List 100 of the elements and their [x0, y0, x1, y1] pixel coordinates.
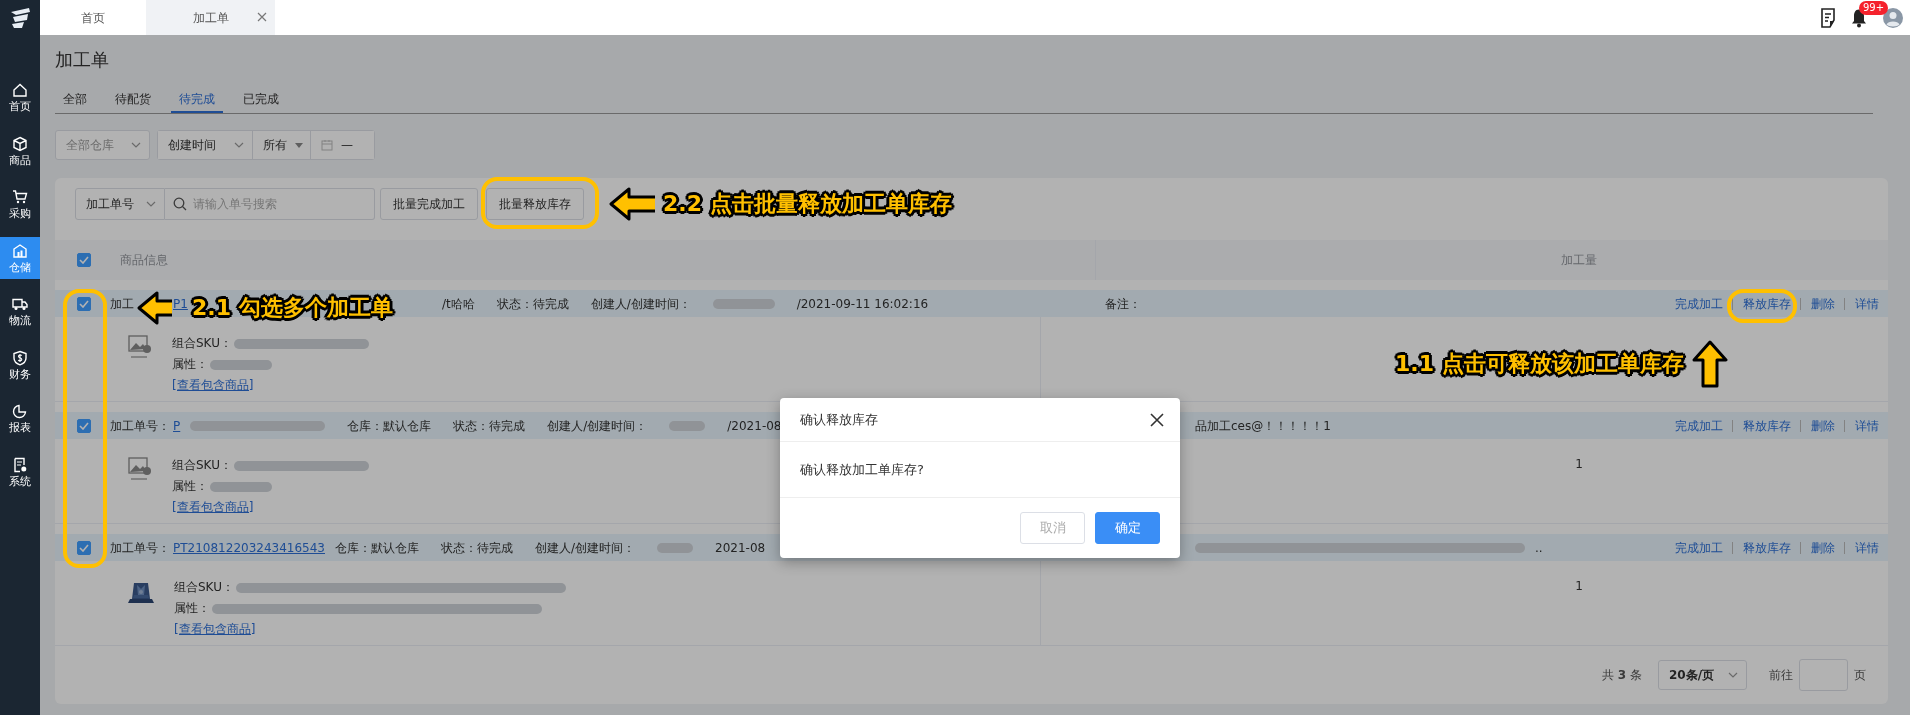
view-items-link[interactable]: [查看包含商品] — [174, 621, 256, 638]
arrow-up-icon — [1691, 340, 1728, 388]
batch-button[interactable]: 批量完成加工 — [380, 188, 478, 220]
field-text: /2021-08 — [727, 417, 782, 435]
field-label: 组合SKU： — [172, 458, 232, 472]
arrow-left-icon — [137, 291, 172, 325]
status-tab[interactable]: 待完成 — [171, 87, 223, 113]
page-tab[interactable]: 加工单 — [146, 0, 275, 35]
notes-icon[interactable] — [1820, 7, 1836, 28]
field-label: 属性： — [172, 357, 208, 371]
image-placeholder-icon — [128, 457, 152, 483]
field-label: 加工单号： — [110, 418, 170, 433]
page-title: 加工单 — [55, 48, 110, 72]
dialog-message: 确认释放加工单库存? — [800, 460, 924, 479]
action-link[interactable]: 完成加工 — [1675, 294, 1723, 313]
sidebar-item[interactable]: 首页 — [0, 76, 40, 118]
page-number-field[interactable] — [1799, 659, 1848, 691]
blurred-text — [210, 359, 272, 370]
blurred-text — [669, 420, 706, 431]
callout-text: 2.1 勾选多个加工单 — [192, 294, 393, 322]
check-icon — [79, 299, 89, 308]
sidebar-item[interactable]: 商品 — [0, 129, 40, 172]
close-icon — [1150, 412, 1164, 427]
batch-button[interactable]: 批量释放库存 — [486, 188, 584, 220]
field-text: 创建人/创建时间： — [590, 295, 691, 313]
sidebar-item[interactable]: 财务 — [0, 343, 40, 386]
confirm-button[interactable]: 确定 — [1095, 512, 1160, 544]
field-label: 属性： — [174, 601, 210, 615]
status-tab[interactable]: 全部 — [55, 87, 95, 113]
status-tab[interactable]: 已完成 — [235, 87, 287, 113]
chevron-down-icon — [1728, 672, 1738, 678]
sidebar-item[interactable]: 系统 — [0, 450, 40, 493]
action-link[interactable]: 释放库存 — [1743, 416, 1791, 435]
chevron-down-icon — [131, 142, 141, 148]
search-type-select[interactable]: 加工单号 — [75, 188, 165, 220]
chevron-down-icon — [146, 201, 156, 207]
field-text: 备注： — [1105, 295, 1141, 313]
action-link[interactable]: 完成加工 — [1675, 538, 1723, 557]
action-link[interactable]: 详情 — [1855, 294, 1879, 313]
pie-chart-icon — [12, 403, 28, 419]
field-label: 组合SKU： — [174, 580, 234, 594]
action-link[interactable]: 删除 — [1811, 416, 1835, 435]
field-text: 仓库：默认仓库 — [347, 417, 432, 435]
action-link[interactable]: 释放库存 — [1743, 294, 1791, 313]
truck-icon — [12, 296, 28, 312]
field-label: 组合SKU： — [172, 336, 232, 350]
blurred-text — [657, 542, 694, 553]
total-count: 共 3 条 — [1602, 667, 1642, 684]
field-text: /2021-09-11 16:02:16 — [796, 295, 929, 313]
checkbox[interactable] — [77, 253, 91, 267]
check-icon — [79, 421, 89, 430]
avatar-icon[interactable] — [1882, 6, 1904, 29]
checkbox[interactable] — [77, 540, 91, 555]
close-icon[interactable] — [257, 12, 267, 22]
status-tab[interactable]: 待配货 — [107, 87, 159, 113]
sidebar-item[interactable]: 采购 — [0, 183, 40, 225]
action-link[interactable]: 详情 — [1855, 416, 1879, 435]
box-icon — [12, 135, 28, 152]
field-text: 2021-08 — [715, 539, 766, 557]
shield-icon — [12, 349, 28, 366]
checkbox[interactable] — [77, 418, 91, 433]
checkbox[interactable] — [77, 296, 91, 311]
image-placeholder-icon — [128, 335, 152, 361]
view-items-link[interactable]: [查看包含商品] — [172, 377, 254, 394]
quantity-text: 1 — [1575, 579, 1583, 593]
action-link[interactable]: 完成加工 — [1675, 416, 1723, 435]
sidebar-item[interactable]: 物流 — [0, 290, 40, 332]
home-icon — [12, 82, 28, 98]
field-text: 创建人/创建时间： — [547, 417, 648, 435]
warehouse-select[interactable]: 全部仓库 — [55, 130, 150, 160]
check-icon — [79, 543, 89, 552]
column-header: 加工量 — [1561, 253, 1597, 267]
action-link[interactable]: 删除 — [1811, 538, 1835, 557]
cancel-button[interactable]: 取消 — [1020, 512, 1085, 544]
field-text: 状态：待完成 — [496, 295, 569, 313]
order-number-link[interactable]: P1 — [173, 294, 188, 313]
quantity-text: 1 — [1575, 457, 1583, 471]
field-label: 加工单号： — [110, 540, 170, 555]
close-button[interactable] — [1148, 410, 1166, 429]
check-icon — [79, 256, 89, 264]
order-number-link[interactable]: PT210812203243416543 — [173, 538, 325, 557]
sidebar-item[interactable]: 报表 — [0, 397, 40, 439]
warehouse-icon — [12, 242, 28, 259]
action-link[interactable]: 释放库存 — [1743, 538, 1791, 557]
field-text: 创建人/创建时间： — [535, 539, 636, 557]
column-header: 商品信息 — [120, 252, 168, 269]
view-items-link[interactable]: [查看包含商品] — [172, 499, 254, 516]
goto-label: 前往 — [1769, 667, 1793, 684]
page-size-select[interactable]: 20条/页 — [1658, 660, 1747, 690]
page-label: 页 — [1854, 667, 1866, 684]
field-text: 状态：待完成 — [453, 417, 526, 435]
sidebar-item[interactable]: 仓储 — [0, 236, 40, 279]
action-link[interactable]: 详情 — [1855, 538, 1879, 557]
notification-badge: 99+ — [1859, 0, 1889, 15]
order-number-link[interactable]: P — [173, 416, 181, 435]
callout-text: 1.1 点击可释放该加工单库存 — [1395, 350, 1684, 378]
callout-text: 2.2 点击批量释放加工单库存 — [663, 190, 952, 218]
blurred-text — [712, 298, 775, 309]
highlight-ring — [1727, 289, 1797, 323]
action-link[interactable]: 删除 — [1811, 294, 1835, 313]
